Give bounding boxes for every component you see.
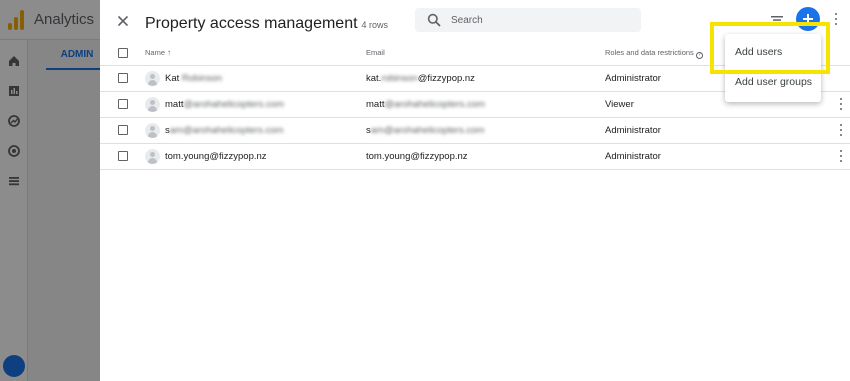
column-header-name-label: Name bbox=[145, 48, 166, 57]
search-placeholder: Search bbox=[451, 14, 483, 26]
row-more-options-icon[interactable] bbox=[838, 124, 844, 138]
user-role: Administrator bbox=[605, 73, 661, 84]
page-title: Property access management 4 rows bbox=[145, 15, 388, 33]
avatar-icon bbox=[145, 97, 160, 112]
column-header-name[interactable]: Name ↑ bbox=[145, 48, 171, 57]
row-more-options-icon[interactable] bbox=[838, 150, 844, 164]
row-more-options-icon[interactable] bbox=[838, 98, 844, 112]
select-all-checkbox[interactable] bbox=[118, 48, 128, 58]
column-header-roles-label: Roles and data restrictions bbox=[605, 48, 694, 57]
annotation-highlight-box bbox=[710, 22, 830, 74]
user-email: sam@arohahelicopters.com bbox=[366, 125, 485, 136]
user-email: tom.young@fizzypop.nz bbox=[366, 151, 468, 162]
help-icon[interactable]: ? bbox=[695, 52, 703, 59]
more-options-icon[interactable] bbox=[833, 13, 839, 27]
close-button[interactable] bbox=[112, 10, 134, 32]
user-email: kat.robinson@fizzypop.nz bbox=[366, 73, 475, 84]
table-row[interactable]: tom.young@fizzypop.nz tom.young@fizzypop… bbox=[100, 144, 850, 170]
avatar-icon bbox=[145, 149, 160, 164]
column-header-roles[interactable]: Roles and data restrictions? bbox=[605, 48, 703, 59]
sort-ascending-icon: ↑ bbox=[167, 48, 172, 57]
user-name: Kat Robinson bbox=[165, 73, 223, 84]
user-email: matt@arohahelicopters.com bbox=[366, 99, 485, 110]
page-title-text: Property access management bbox=[145, 15, 358, 32]
row-checkbox[interactable] bbox=[118, 73, 128, 83]
avatar-icon bbox=[145, 71, 160, 86]
row-checkbox[interactable] bbox=[118, 125, 128, 135]
user-name: tom.young@fizzypop.nz bbox=[165, 151, 267, 162]
user-name: sam@arohahelicopters.com bbox=[165, 125, 284, 136]
search-input[interactable]: Search bbox=[415, 8, 641, 32]
user-role: Viewer bbox=[605, 99, 634, 110]
close-icon bbox=[117, 15, 129, 27]
table-row[interactable]: sam@arohahelicopters.com sam@arohahelico… bbox=[100, 118, 850, 144]
user-name: matt@arohahelicopters.com bbox=[165, 99, 284, 110]
row-checkbox[interactable] bbox=[118, 99, 128, 109]
search-icon bbox=[427, 13, 441, 27]
avatar-icon bbox=[145, 123, 160, 138]
user-role: Administrator bbox=[605, 151, 661, 162]
column-header-email[interactable]: Email bbox=[366, 48, 385, 57]
row-count: 4 rows bbox=[361, 20, 389, 30]
row-checkbox[interactable] bbox=[118, 151, 128, 161]
user-role: Administrator bbox=[605, 125, 661, 136]
